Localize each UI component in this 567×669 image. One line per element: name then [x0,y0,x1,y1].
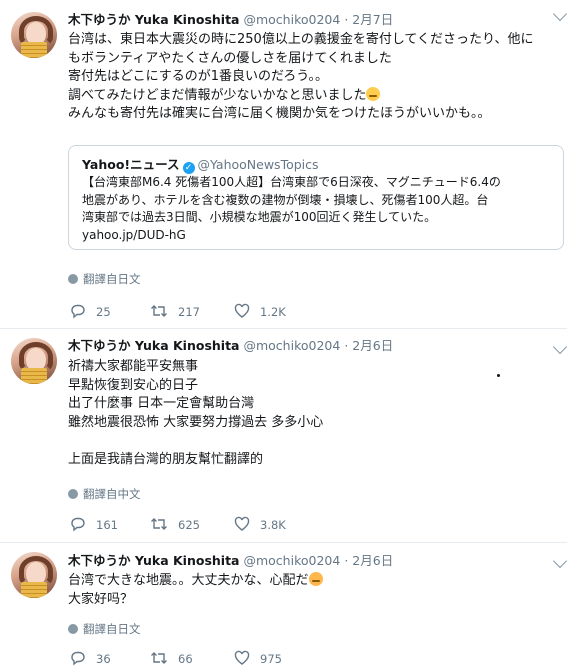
like-button[interactable]: 3.8K [234,516,286,532]
translate-link[interactable]: 翻譯自日文 [68,271,141,287]
like-icon [234,516,250,531]
divider [0,542,567,543]
worried-face-emoji [366,86,381,101]
like-button[interactable]: 975 [234,650,282,666]
persevering-face-emoji [308,572,323,586]
display-name[interactable]: 木下ゆうか Yuka Kinoshita [68,338,240,353]
tweet-text: 台湾は、東日本大震災の時に250億以上の義援金を寄付してくださったり、他に もボ… [68,32,534,121]
reply-icon [71,304,85,319]
retweet-button[interactable]: 66 [150,650,193,666]
globe-icon [68,624,78,634]
tweet-header: 木下ゆうか Yuka Kinoshita @mochiko0204 · 2月6日 [68,553,394,568]
translate-link[interactable]: 翻譯自中文 [68,486,141,502]
translate-link[interactable]: 翻譯自日文 [68,621,141,637]
chevron-down-icon[interactable] [552,553,567,569]
reply-button[interactable]: 161 [70,516,118,532]
globe-icon [68,489,78,499]
tweet-text: 台湾で大きな地震。。大丈夫かな、心配だ 大家好吗？ [68,572,560,609]
quoted-tweet[interactable]: Yahoo!ニュース ✓ @YahooNewsTopics 【台湾東部M6.4 死傷… [68,145,564,250]
retweet-icon [151,305,167,317]
tweet-text: 祈禱大家都能平安無事 早點恢復到安心的日子 出了什麼事 日本一定會幫助台灣 雖然… [68,359,324,467]
quote-handle: @YahooNewsTopics [197,157,319,172]
avatar[interactable] [11,12,57,58]
chevron-down-icon[interactable] [552,339,567,355]
verified-icon: ✓ [182,162,195,174]
avatar[interactable] [11,338,57,384]
cursor-dot [497,374,500,377]
retweet-icon [151,518,167,530]
timestamp[interactable]: 2月7日 [352,12,393,27]
handle[interactable]: @mochiko0204 [243,553,340,568]
tweet-header: 木下ゆうか Yuka Kinoshita @mochiko0204 · 2月7日 [68,12,394,27]
avatar[interactable] [11,552,57,598]
like-icon [234,303,250,318]
retweet-button[interactable]: 625 [150,516,200,532]
display-name[interactable]: 木下ゆうか Yuka Kinoshita [68,12,240,27]
reply-button[interactable]: 25 [70,303,111,319]
reply-icon [71,651,85,666]
quote-display-name: Yahoo!ニュース [82,157,180,172]
retweet-button[interactable]: 217 [150,303,200,319]
like-icon [234,650,250,665]
reply-button[interactable]: 36 [70,650,111,666]
quote-text: 【台湾東部M6.4 死傷者100人超】台湾東部で6日深夜、マグニチュード6.4の… [82,175,501,242]
handle[interactable]: @mochiko0204 [243,338,340,353]
retweet-icon [151,652,167,664]
handle[interactable]: @mochiko0204 [243,12,340,27]
globe-icon [68,274,78,284]
reply-icon [71,517,85,532]
like-button[interactable]: 1.2K [234,303,286,319]
timestamp[interactable]: 2月6日 [352,338,393,353]
chevron-down-icon[interactable] [552,6,567,22]
display-name[interactable]: 木下ゆうか Yuka Kinoshita [68,553,240,568]
divider [0,328,567,329]
tweet-header: 木下ゆうか Yuka Kinoshita @mochiko0204 · 2月6日 [68,338,394,353]
timestamp[interactable]: 2月6日 [352,553,393,568]
